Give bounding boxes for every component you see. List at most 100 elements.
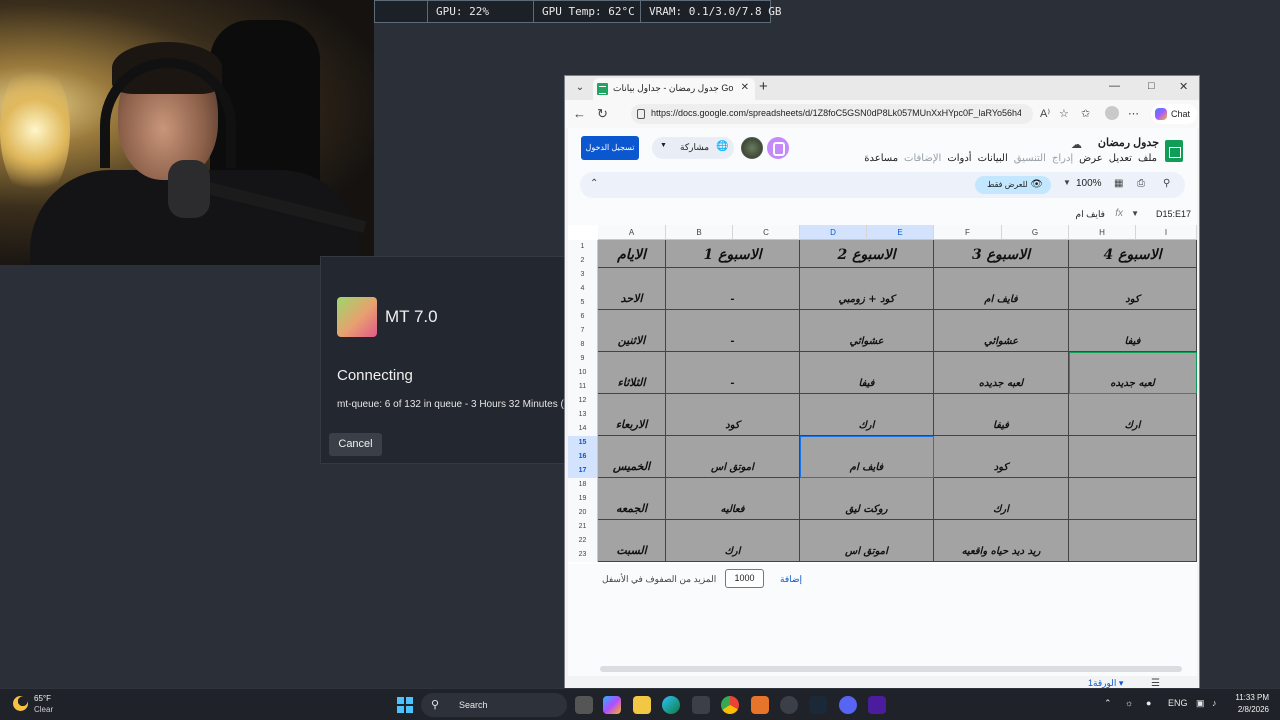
table-cell[interactable]: الاسبوع 3 <box>934 240 1069 268</box>
more-icon[interactable]: ⋯ <box>1128 107 1139 120</box>
row-header[interactable]: 21 <box>568 520 598 534</box>
table-cell[interactable]: فيفا <box>1069 310 1197 352</box>
menu-item[interactable]: البيانات <box>978 153 1008 164</box>
close-window-icon[interactable]: ✕ <box>1179 80 1188 93</box>
app-icon-gray[interactable] <box>780 696 798 714</box>
table-cell[interactable]: - <box>666 268 800 310</box>
collapse-menus-icon[interactable]: ⌃ <box>590 178 598 189</box>
row-header[interactable]: 17 <box>568 464 598 478</box>
table-cell[interactable]: كود <box>934 436 1069 478</box>
table-cell[interactable]: الايام <box>598 240 666 268</box>
taskbar-search[interactable]: ⚲ Search <box>421 693 567 717</box>
table-cell[interactable]: عشوائي <box>934 310 1069 352</box>
menu-item[interactable]: تعديل <box>1109 153 1132 164</box>
row-header[interactable]: 13 <box>568 408 598 422</box>
zoom-dropdown-icon[interactable]: ▼ <box>1063 178 1071 187</box>
back-icon[interactable]: ← <box>573 106 586 121</box>
table-cell[interactable]: - <box>666 310 800 352</box>
volume-icon[interactable]: ♪ <box>1212 698 1217 708</box>
row-header[interactable]: 7 <box>568 324 598 338</box>
column-header[interactable]: H <box>1069 225 1136 240</box>
store-icon[interactable] <box>692 696 710 714</box>
menu-item[interactable]: الإضافات <box>904 153 941 164</box>
table-cell[interactable]: ارك <box>934 478 1069 520</box>
menu-item[interactable]: مساعدة <box>864 153 898 164</box>
windows-start-icon[interactable] <box>397 697 413 713</box>
name-box[interactable]: D15:E17 <box>1156 209 1191 219</box>
show-hidden-icons[interactable]: ⌃ <box>1104 698 1112 709</box>
table-cell[interactable]: لعبه جديده <box>1069 352 1197 394</box>
table-cell[interactable]: الجمعه <box>598 478 666 520</box>
row-header[interactable]: 15 <box>568 436 598 450</box>
row-header[interactable]: 19 <box>568 492 598 506</box>
system-clock[interactable]: 11:33 PM 2/8/2026 <box>1229 693 1269 714</box>
column-header[interactable]: D <box>800 225 867 240</box>
profile-icon[interactable] <box>1105 106 1119 120</box>
table-cell[interactable]: الاسبوع 4 <box>1069 240 1197 268</box>
edge-icon[interactable] <box>662 696 680 714</box>
sheets-logo-icon[interactable] <box>1165 140 1183 162</box>
collaborator-avatar[interactable] <box>741 137 763 159</box>
table-cell[interactable]: - <box>666 352 800 394</box>
anonymous-viewer-avatar[interactable] <box>767 137 789 159</box>
table-cell[interactable]: الاربعاء <box>598 394 666 436</box>
search-menus-icon[interactable]: ⚲ <box>1163 178 1170 189</box>
table-cell[interactable]: الاحد <box>598 268 666 310</box>
microphone-icon[interactable]: ● <box>1146 698 1151 708</box>
menu-item[interactable]: ملف <box>1138 153 1157 164</box>
table-cell[interactable]: السبت <box>598 520 666 562</box>
table-cell[interactable]: ارك <box>666 520 800 562</box>
tab-list-icon[interactable]: ⌄ <box>571 79 589 97</box>
app-icon-orange[interactable] <box>751 696 769 714</box>
column-header[interactable]: C <box>733 225 800 240</box>
row-header[interactable]: 12 <box>568 394 598 408</box>
next-app-icon[interactable] <box>868 696 886 714</box>
language-indicator[interactable]: ENG <box>1168 698 1188 708</box>
menu-item[interactable]: عرض <box>1079 153 1103 164</box>
table-cell[interactable]: فعاليه <box>666 478 800 520</box>
brightness-icon[interactable]: ☼ <box>1125 698 1133 708</box>
document-title[interactable]: جدول رمضان <box>1098 136 1159 149</box>
row-header[interactable]: 8 <box>568 338 598 352</box>
table-cell[interactable]: اموتق اس <box>666 436 800 478</box>
table-cell[interactable] <box>1069 436 1197 478</box>
row-header[interactable]: 11 <box>568 380 598 394</box>
format-icon[interactable]: ▦ <box>1114 178 1123 189</box>
file-explorer-icon[interactable] <box>633 696 651 714</box>
row-header[interactable]: 1 <box>568 240 598 254</box>
formula-value[interactable]: فايف ام <box>1076 209 1105 220</box>
table-cell[interactable]: كود + زومبي <box>800 268 934 310</box>
tab-spreadsheet[interactable]: جدول رمضان - جداول بيانات Google ✕ <box>593 78 755 100</box>
column-header[interactable]: G <box>1002 225 1069 240</box>
close-tab-icon[interactable]: ✕ <box>741 82 749 93</box>
table-cell[interactable]: فيفا <box>934 394 1069 436</box>
task-view-icon[interactable] <box>575 696 593 714</box>
column-header[interactable]: E <box>867 225 934 240</box>
row-header[interactable]: 16 <box>568 450 598 464</box>
minimize-icon[interactable]: — <box>1109 80 1120 92</box>
add-rows-button[interactable]: إضافة <box>780 574 802 585</box>
row-header[interactable]: 9 <box>568 352 598 366</box>
table-cell[interactable]: الاثنين <box>598 310 666 352</box>
table-cell[interactable]: كود <box>1069 268 1197 310</box>
menu-item[interactable]: أدوات <box>947 153 971 164</box>
table-cell[interactable]: الخميس <box>598 436 666 478</box>
row-header[interactable]: 4 <box>568 282 598 296</box>
weather-condition[interactable]: Clear <box>34 705 53 714</box>
table-cell[interactable] <box>1069 520 1197 562</box>
sign-in-button[interactable]: تسجيل الدخول <box>581 136 639 160</box>
column-header[interactable]: A <box>598 225 666 240</box>
column-header[interactable]: B <box>666 225 733 240</box>
table-cell[interactable]: لعبه جديده <box>934 352 1069 394</box>
table-cell[interactable]: ريد ديد حياه واقعيه <box>934 520 1069 562</box>
maximize-icon[interactable]: □ <box>1148 80 1155 92</box>
chrome-icon[interactable] <box>721 696 739 714</box>
read-aloud-icon[interactable]: A⁾ <box>1040 107 1050 120</box>
row-header[interactable]: 3 <box>568 268 598 282</box>
new-tab-icon[interactable]: + <box>759 78 768 95</box>
row-header[interactable]: 14 <box>568 422 598 436</box>
add-rows-count-input[interactable]: 1000 <box>725 569 764 588</box>
table-cell[interactable]: ارك <box>1069 394 1197 436</box>
row-header[interactable]: 2 <box>568 254 598 268</box>
table-cell[interactable]: فيفا <box>800 352 934 394</box>
